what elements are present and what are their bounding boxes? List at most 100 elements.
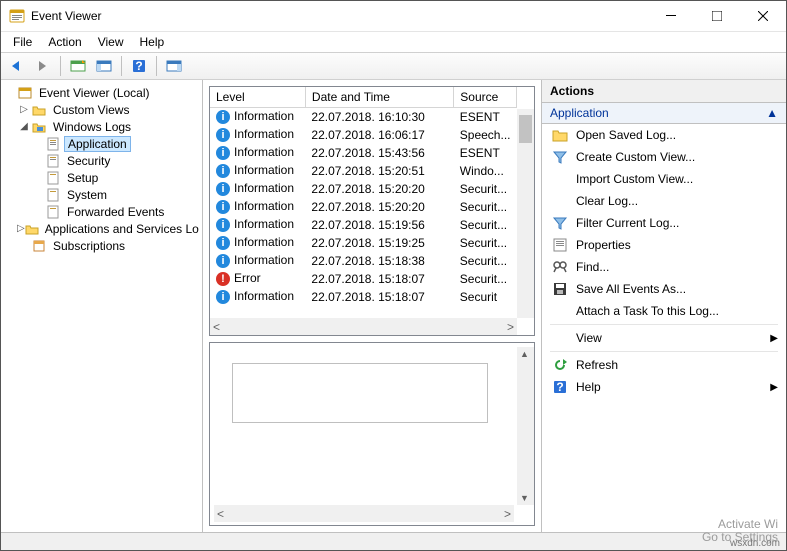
subscriptions-icon [31, 238, 47, 254]
action-open-saved-log[interactable]: Open Saved Log... [542, 124, 786, 146]
table-row[interactable]: iInformation22.07.2018. 16:10:30ESENT [210, 108, 517, 126]
toolbar-separator [156, 56, 157, 76]
table-row[interactable]: iInformation22.07.2018. 15:20:51Windo... [210, 162, 517, 180]
tree-windows-logs[interactable]: ◢ Windows Logs [3, 118, 200, 135]
funnel-icon [552, 149, 568, 165]
folder-icon [552, 127, 568, 143]
window-title: Event Viewer [31, 9, 648, 23]
horizontal-scrollbar[interactable]: <> [210, 318, 517, 335]
info-icon: i [216, 182, 230, 196]
navigation-tree: Event Viewer (Local) ▷ Custom Views ◢ Wi… [1, 80, 203, 532]
events-grid[interactable]: Level Date and Time Source iInformation2… [209, 86, 535, 336]
action-refresh[interactable]: Refresh [542, 354, 786, 376]
show-tree-button[interactable] [66, 55, 90, 77]
table-row[interactable]: !Error22.07.2018. 15:18:07Securit... [210, 270, 517, 288]
minimize-button[interactable] [648, 1, 694, 31]
find-icon [552, 259, 568, 275]
tree-security[interactable]: Security [3, 152, 200, 169]
horizontal-scrollbar[interactable]: <> [214, 505, 514, 522]
app-icon [9, 8, 25, 24]
vertical-scrollbar[interactable]: ▲ ▼ [517, 347, 534, 505]
panel2-button[interactable] [162, 55, 186, 77]
tree-custom-views[interactable]: ▷ Custom Views [3, 101, 200, 118]
tree-setup[interactable]: Setup [3, 169, 200, 186]
maximize-button[interactable] [694, 1, 740, 31]
collapse-icon[interactable]: ◢ [17, 121, 31, 132]
footer-url: wsxdn.com [730, 538, 780, 549]
menu-view[interactable]: View [90, 33, 132, 51]
cell-date: 22.07.2018. 16:10:30 [305, 108, 453, 126]
cell-level: iInformation [210, 216, 305, 234]
expand-icon[interactable]: ▷ [17, 223, 25, 234]
table-row[interactable]: iInformation22.07.2018. 15:18:38Securit.… [210, 252, 517, 270]
table-row[interactable]: iInformation22.07.2018. 15:20:20Securit.… [210, 180, 517, 198]
cell-date: 22.07.2018. 15:20:51 [305, 162, 453, 180]
cell-source: Securit... [454, 198, 517, 216]
cell-source: Securit... [454, 180, 517, 198]
toolbar-separator [60, 56, 61, 76]
tree-forwarded[interactable]: Forwarded Events [3, 203, 200, 220]
tree-root[interactable]: Event Viewer (Local) [3, 84, 200, 101]
cell-date: 22.07.2018. 15:43:56 [305, 144, 453, 162]
info-icon: i [216, 290, 230, 304]
panel1-button[interactable] [92, 55, 116, 77]
cell-date: 22.07.2018. 15:18:07 [305, 270, 453, 288]
expand-icon[interactable]: ▷ [17, 104, 31, 115]
tree-system[interactable]: System [3, 186, 200, 203]
menu-file[interactable]: File [5, 33, 40, 51]
col-source[interactable]: Source [454, 87, 517, 108]
help-button[interactable]: ? [127, 55, 151, 77]
menubar: File Action View Help [1, 32, 786, 52]
props-icon [552, 237, 568, 253]
menu-help[interactable]: Help [132, 33, 173, 51]
action-help[interactable]: ?Help▶ [542, 376, 786, 398]
cell-level: iInformation [210, 162, 305, 180]
eventviewer-icon [17, 85, 33, 101]
menu-action[interactable]: Action [40, 33, 89, 51]
table-row[interactable]: iInformation22.07.2018. 15:18:07Securit [210, 288, 517, 306]
cell-source: Securit... [454, 216, 517, 234]
folder-icon [25, 221, 39, 237]
col-date[interactable]: Date and Time [305, 87, 453, 108]
table-row[interactable]: iInformation22.07.2018. 16:06:17Speech..… [210, 126, 517, 144]
cell-date: 22.07.2018. 15:18:07 [305, 288, 453, 306]
cell-level: iInformation [210, 252, 305, 270]
log-icon [45, 153, 61, 169]
table-row[interactable]: iInformation22.07.2018. 15:43:56ESENT [210, 144, 517, 162]
cell-source: ESENT [454, 108, 517, 126]
action-clear-log[interactable]: Clear Log... [542, 190, 786, 212]
toolbar-separator [121, 56, 122, 76]
cell-level: iInformation [210, 126, 305, 144]
vertical-scrollbar[interactable] [517, 109, 534, 318]
back-button[interactable] [5, 55, 29, 77]
action-save-all-events-as[interactable]: Save All Events As... [542, 278, 786, 300]
action-find[interactable]: Find... [542, 256, 786, 278]
cell-level: iInformation [210, 198, 305, 216]
funnel-icon [552, 215, 568, 231]
cell-level: iInformation [210, 108, 305, 126]
cell-date: 22.07.2018. 15:19:25 [305, 234, 453, 252]
info-icon: i [216, 146, 230, 160]
tree-subscriptions[interactable]: Subscriptions [3, 237, 200, 254]
tree-apps-services[interactable]: ▷ Applications and Services Lo [3, 220, 200, 237]
action-filter-current-log[interactable]: Filter Current Log... [542, 212, 786, 234]
col-level[interactable]: Level [210, 87, 305, 108]
info-icon: i [216, 164, 230, 178]
action-import-custom-view[interactable]: Import Custom View... [542, 168, 786, 190]
actions-context[interactable]: Application ▲ [542, 103, 786, 124]
action-attach-a-task-to-this-log[interactable]: Attach a Task To this Log... [542, 300, 786, 322]
close-button[interactable] [740, 1, 786, 31]
action-view[interactable]: View▶ [542, 327, 786, 349]
action-create-custom-view[interactable]: Create Custom View... [542, 146, 786, 168]
refresh-icon [552, 357, 568, 373]
windows-logs-icon [31, 119, 47, 135]
cell-source: Speech... [454, 126, 517, 144]
log-icon [45, 187, 61, 203]
table-row[interactable]: iInformation22.07.2018. 15:20:20Securit.… [210, 198, 517, 216]
action-properties[interactable]: Properties [542, 234, 786, 256]
table-row[interactable]: iInformation22.07.2018. 15:19:25Securit.… [210, 234, 517, 252]
table-row[interactable]: iInformation22.07.2018. 15:19:56Securit.… [210, 216, 517, 234]
info-icon: i [216, 254, 230, 268]
tree-application[interactable]: Application [3, 135, 200, 152]
forward-button[interactable] [31, 55, 55, 77]
